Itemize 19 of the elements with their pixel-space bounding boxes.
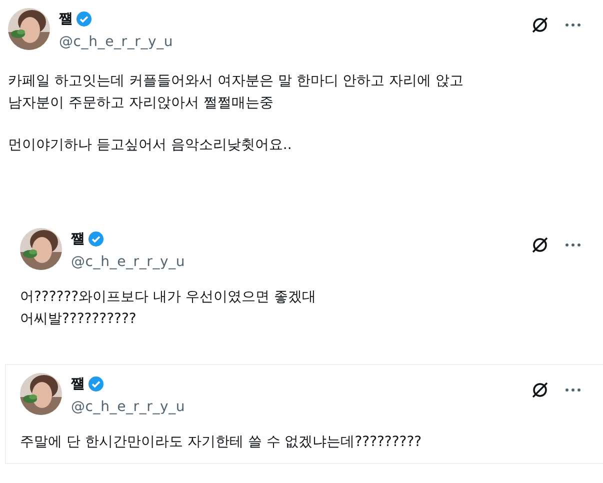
more-icon[interactable]	[565, 388, 581, 392]
verified-badge-icon	[88, 376, 104, 392]
user-name[interactable]: 쨸	[71, 375, 85, 393]
verified-badge-icon	[76, 11, 92, 27]
slashed-circle-icon[interactable]	[531, 16, 549, 34]
tweet-text: 카페일 하고잇는데 커플들어와서 여자분은 말 한마디 안하고 자리에 앉고 남자분이 주문하고 자리앉아서 쩔쩔매는중	[8, 72, 465, 113]
user-name[interactable]: 쨸	[59, 10, 73, 28]
tweet-text: 먼이야기하나 듣고싶어서 음악소리낮췻어요..	[8, 136, 293, 155]
tweet-text: 주말에 단 한시간만이라도 자기한테 쓸 수 없겠냐는데?????????	[20, 433, 423, 452]
verified-badge-icon	[88, 231, 104, 247]
user-handle[interactable]: @c_h_e_r_r_y_u	[59, 34, 522, 50]
tweet-text: 어??????와이프보다 내가 우선이였으면 좋겠대 어씨발??????????	[20, 288, 317, 329]
more-icon[interactable]	[565, 243, 581, 247]
user-handle[interactable]: @c_h_e_r_r_y_u	[71, 399, 522, 415]
user-name[interactable]: 쨸	[71, 230, 85, 248]
slashed-circle-icon[interactable]	[531, 381, 549, 399]
more-icon[interactable]	[565, 23, 581, 27]
user-handle[interactable]: @c_h_e_r_r_y_u	[71, 254, 522, 270]
slashed-circle-icon[interactable]	[531, 236, 549, 254]
